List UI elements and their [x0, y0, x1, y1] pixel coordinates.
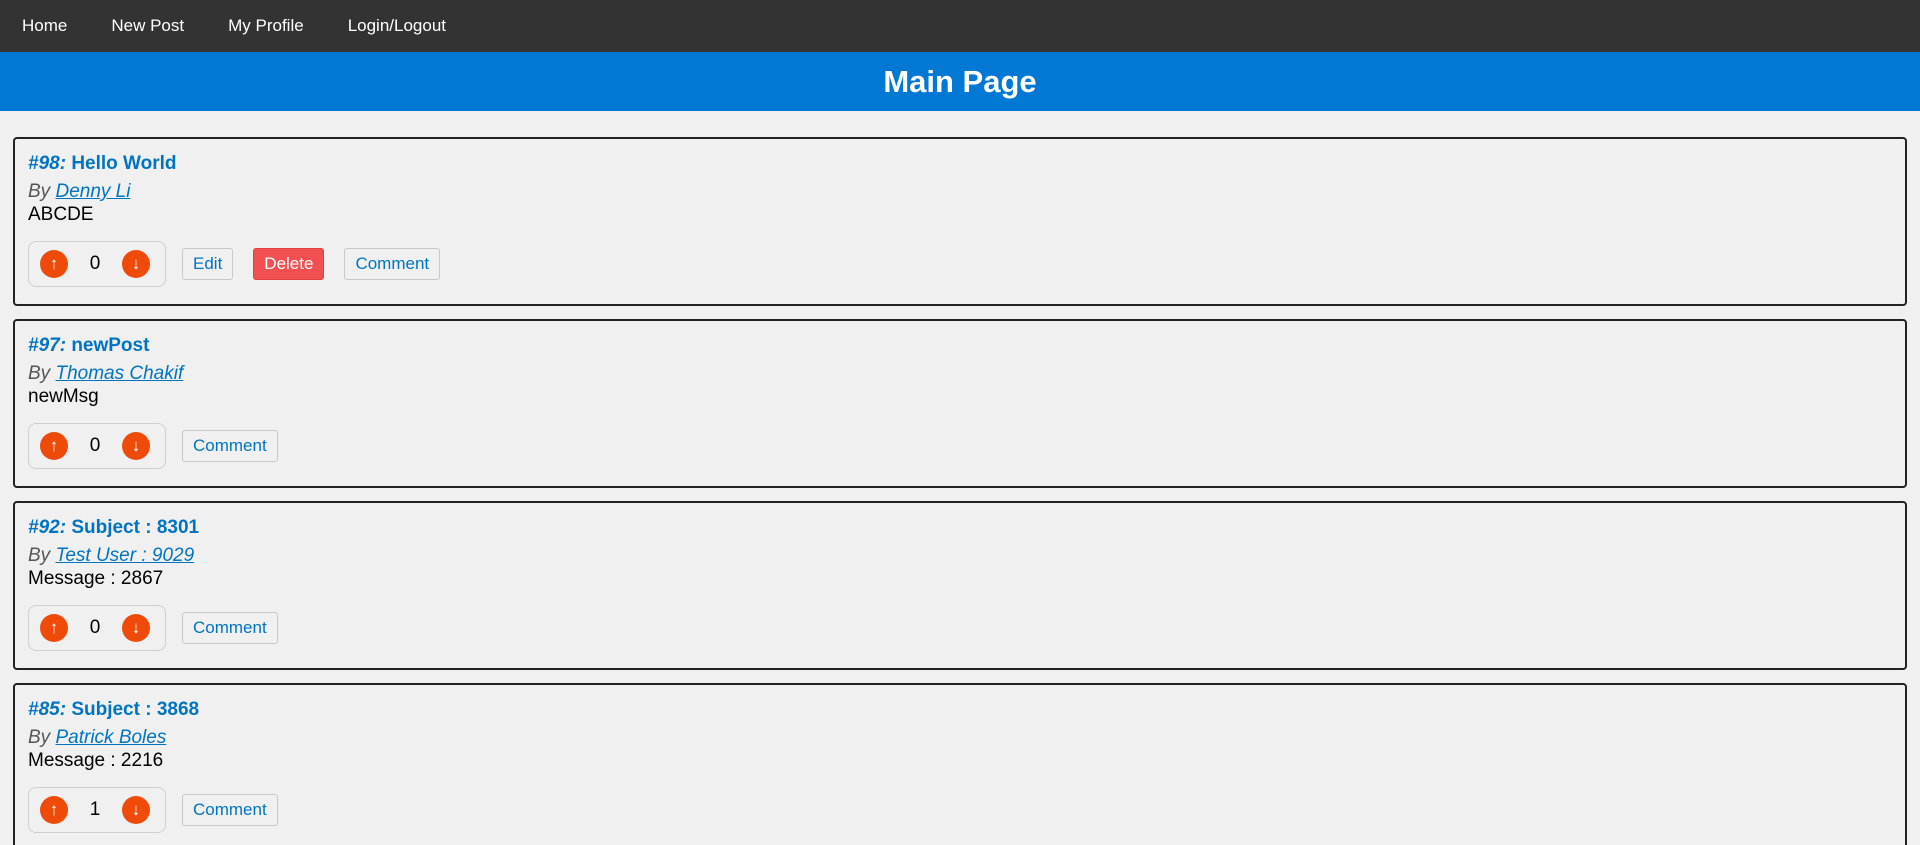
post-title[interactable]: #92: Subject : 8301	[28, 516, 1892, 539]
post-actions: ↑ 0 ↓ Comment	[28, 423, 1892, 469]
post-by-label: By	[28, 181, 51, 202]
post-id: #97:	[28, 335, 67, 356]
post-author-line: By Thomas Chakif	[28, 363, 1892, 385]
post-id: #85:	[28, 699, 67, 720]
post-message: ABCDE	[28, 204, 94, 225]
post-author-link[interactable]: Denny Li	[55, 181, 130, 202]
downvote-icon[interactable]: ↓	[121, 614, 150, 642]
post-message: Message : 2216	[28, 750, 164, 771]
vote-box: ↑ 1 ↓	[28, 787, 166, 833]
post-card: #97: newPost By Thomas Chakif newMsg ↑ 0…	[13, 319, 1907, 488]
post-subject: Hello World	[71, 153, 177, 174]
post-subject: Subject : 3868	[71, 699, 200, 720]
top-navbar: Home New Post My Profile Login/Logout	[0, 0, 1920, 52]
post-card: #85: Subject : 3868 By Patrick Boles Mes…	[13, 683, 1907, 845]
post-subject: newPost	[71, 335, 150, 356]
vote-box: ↑ 0 ↓	[28, 605, 166, 651]
comment-button[interactable]: Comment	[182, 794, 278, 826]
post-author-link[interactable]: Patrick Boles	[55, 727, 166, 748]
post-author-link[interactable]: Test User : 9029	[55, 545, 194, 566]
nav-home-link[interactable]: Home	[22, 16, 67, 36]
comment-button[interactable]: Comment	[182, 430, 278, 462]
comment-button[interactable]: Comment	[344, 248, 441, 280]
post-by-label: By	[28, 727, 51, 748]
nav-my-profile-link[interactable]: My Profile	[228, 16, 304, 36]
downvote-icon[interactable]: ↓	[121, 432, 150, 460]
post-title[interactable]: #97: newPost	[28, 334, 1892, 357]
post-title[interactable]: #85: Subject : 3868	[28, 698, 1892, 721]
post-author-line: By Denny Li	[28, 181, 1892, 203]
post-id: #98:	[28, 153, 67, 174]
upvote-icon[interactable]: ↑	[40, 796, 68, 824]
post-actions: ↑ 0 ↓ Edit Delete Comment	[28, 241, 1892, 287]
upvote-icon[interactable]: ↑	[40, 250, 68, 278]
post-author-line: By Test User : 9029	[28, 545, 1892, 567]
post-message: newMsg	[28, 386, 99, 407]
vote-box: ↑ 0 ↓	[28, 241, 166, 287]
post-actions: ↑ 1 ↓ Comment	[28, 787, 1892, 833]
upvote-icon[interactable]: ↑	[40, 432, 68, 460]
edit-button[interactable]: Edit	[182, 248, 234, 280]
page-title: Main Page	[883, 63, 1037, 99]
nav-new-post-link[interactable]: New Post	[111, 16, 184, 36]
post-by-label: By	[28, 363, 51, 384]
post-list: #98: Hello World By Denny Li ABCDE ↑ 0 ↓…	[0, 111, 1920, 845]
post-id: #92:	[28, 517, 67, 538]
nav-login-logout-link[interactable]: Login/Logout	[348, 16, 446, 36]
post-card: #92: Subject : 8301 By Test User : 9029 …	[13, 501, 1907, 670]
downvote-icon[interactable]: ↓	[121, 250, 150, 278]
vote-count: 0	[89, 435, 101, 456]
page-header: Main Page	[0, 52, 1920, 111]
post-subject: Subject : 8301	[71, 517, 200, 538]
post-title[interactable]: #98: Hello World	[28, 152, 1892, 175]
vote-count: 1	[89, 799, 101, 820]
upvote-icon[interactable]: ↑	[40, 614, 68, 642]
vote-count: 0	[89, 617, 101, 638]
post-card: #98: Hello World By Denny Li ABCDE ↑ 0 ↓…	[13, 137, 1907, 306]
post-author-line: By Patrick Boles	[28, 727, 1892, 749]
vote-box: ↑ 0 ↓	[28, 423, 166, 469]
comment-button[interactable]: Comment	[182, 612, 278, 644]
post-author-link[interactable]: Thomas Chakif	[55, 363, 183, 384]
vote-count: 0	[89, 253, 101, 274]
post-actions: ↑ 0 ↓ Comment	[28, 605, 1892, 651]
delete-button[interactable]: Delete	[253, 248, 325, 280]
downvote-icon[interactable]: ↓	[121, 796, 150, 824]
post-message: Message : 2867	[28, 568, 164, 589]
post-by-label: By	[28, 545, 51, 566]
